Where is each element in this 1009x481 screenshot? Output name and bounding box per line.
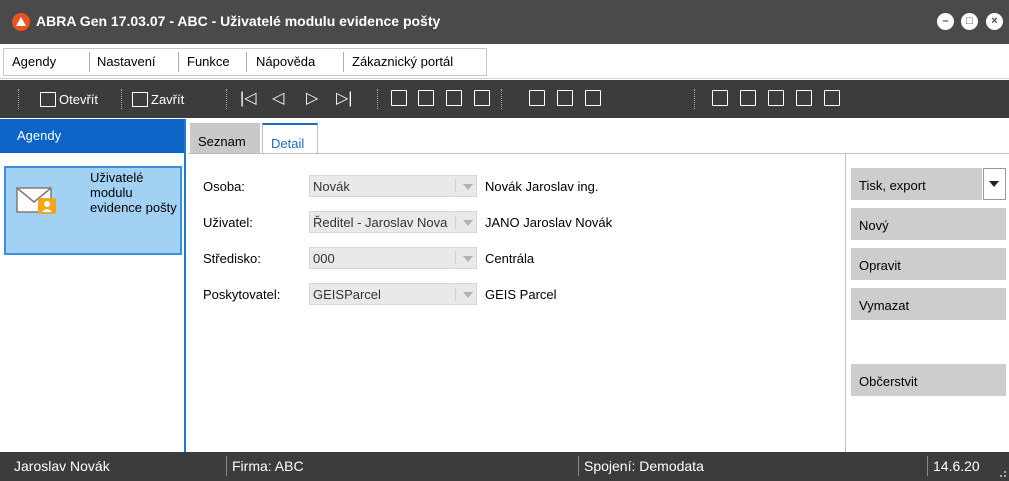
status-separator: [927, 456, 928, 476]
toolbar: Otevřít Zavřít |◁ ◁ ▷ ▷|: [0, 80, 1009, 118]
title-bar: ABRA Gen 17.03.07 - ABC - Uživatelé modu…: [0, 0, 1009, 44]
status-separator: [578, 456, 579, 476]
envelope-icon: [16, 187, 56, 214]
menu-zakaznicky-portal[interactable]: Zákaznický portál: [352, 54, 453, 69]
uzivatel-description: JANO Jaroslav Novák: [485, 215, 613, 230]
osoba-description: Novák Jaroslav ing.: [485, 179, 599, 194]
field-label-stredisko: Středisko:: [203, 251, 261, 266]
resize-grip-icon[interactable]: [995, 466, 1007, 478]
window-title: ABRA Gen 17.03.07 - ABC - Uživatelé modu…: [36, 13, 441, 29]
open-label: Otevřít: [59, 91, 99, 107]
field-label-osoba: Osoba:: [203, 179, 245, 194]
chevron-down-icon[interactable]: [463, 292, 473, 298]
field-label-poskytovatel: Poskytovatel:: [203, 287, 281, 302]
detail-form: Osoba: Novák Novák Jaroslav ing. Uživate…: [188, 153, 845, 452]
poskytovatel-description: GEIS Parcel: [485, 287, 557, 302]
delete-icon[interactable]: [557, 90, 573, 106]
menu-agendy[interactable]: Agendy: [12, 54, 56, 69]
menu-separator: [246, 52, 247, 72]
toolbar-separator: [18, 89, 19, 109]
help-icon[interactable]: [712, 90, 728, 106]
abra-logo-icon: [12, 13, 30, 31]
sidebar-header: Agendy: [0, 119, 184, 153]
toolbar-separator: [501, 89, 502, 109]
menu-funkce[interactable]: Funkce: [187, 54, 230, 69]
menu-separator: [178, 52, 179, 72]
osoba-combo[interactable]: Novák: [309, 175, 477, 197]
action-panel: Tisk, export Nový Opravit Vymazat Občers…: [845, 153, 1009, 452]
agenda-help-icon[interactable]: [768, 90, 784, 106]
menu-nastaveni[interactable]: Nastavení: [97, 54, 156, 69]
agenda-sidebar: Agendy Uživatelé modulu evidence pošty: [0, 119, 186, 452]
field-help-icon[interactable]: [796, 90, 812, 106]
previous-record-icon[interactable]: ◁: [272, 88, 284, 108]
refresh-button[interactable]: Občerstvit: [851, 364, 1006, 396]
context-help-icon[interactable]: [740, 90, 756, 106]
menu-separator: [343, 52, 344, 72]
status-user: Jaroslav Novák: [14, 458, 110, 474]
new-document-icon[interactable]: [474, 90, 490, 106]
uzivatel-combo[interactable]: Ředitel - Jaroslav Nova: [309, 211, 477, 233]
edit-button[interactable]: Opravit: [851, 248, 1006, 280]
close-agenda-button[interactable]: Zavřít: [132, 89, 184, 109]
last-record-icon[interactable]: ▷|: [336, 88, 352, 108]
toolbar-separator: [377, 89, 378, 109]
toolbar-separator: [694, 89, 695, 109]
tab-strip: Seznam Detail: [186, 119, 1009, 158]
paste-record-icon[interactable]: [418, 90, 434, 106]
delete-button[interactable]: Vymazat: [851, 288, 1006, 320]
poskytovatel-value: GEISParcel: [313, 287, 381, 302]
whats-this-icon[interactable]: [824, 90, 840, 106]
field-label-uzivatel: Uživatel:: [203, 215, 253, 230]
combo-separator: [455, 251, 456, 265]
close-agenda-icon: [132, 91, 148, 107]
status-connection: Spojení: Demodata: [584, 458, 704, 474]
new-button[interactable]: Nový: [851, 208, 1006, 240]
stredisko-description: Centrála: [485, 251, 535, 266]
close-icon[interactable]: ×: [986, 13, 1003, 30]
chevron-down-icon[interactable]: [463, 256, 473, 262]
osoba-value: Novák: [313, 179, 350, 194]
poskytovatel-combo[interactable]: GEISParcel: [309, 283, 477, 305]
chevron-down-icon[interactable]: [463, 184, 473, 190]
next-record-icon[interactable]: ▷: [306, 88, 318, 108]
first-record-icon[interactable]: |◁: [240, 88, 256, 108]
toolbar-separator: [121, 89, 122, 109]
open-button[interactable]: Otevřít: [40, 89, 98, 109]
close-agenda-label: Zavřít: [151, 91, 185, 107]
stredisko-value: 000: [313, 251, 335, 266]
maximize-icon[interactable]: □: [961, 13, 978, 30]
print-icon[interactable]: [446, 90, 462, 106]
preview-icon[interactable]: [585, 90, 601, 106]
status-separator: [226, 456, 227, 476]
sidebar-item-uzivatele-modulu[interactable]: Uživatelé modulu evidence pošty: [4, 166, 182, 255]
status-date: 14.6.20: [933, 458, 980, 474]
status-bar: Jaroslav Novák Firma: ABC Spojení: Demod…: [0, 452, 1009, 481]
copy-record-icon[interactable]: [391, 90, 407, 106]
menu-napoveda[interactable]: Nápověda: [256, 54, 315, 69]
menu-bar: Agendy Nastavení Funkce Nápověda Zákazni…: [0, 44, 1009, 79]
status-company: Firma: ABC: [232, 458, 304, 474]
edit-icon[interactable]: [529, 90, 545, 106]
toolbar-separator: [226, 89, 227, 109]
menu-separator: [89, 52, 90, 72]
combo-separator: [455, 287, 456, 301]
sidebar-item-label: Uživatelé modulu evidence pošty: [90, 170, 177, 215]
print-export-dropdown-icon[interactable]: [983, 168, 1006, 200]
print-export-button[interactable]: Tisk, export: [851, 168, 982, 200]
stredisko-combo[interactable]: 000: [309, 247, 477, 269]
combo-separator: [455, 215, 456, 229]
uzivatel-value: Ředitel - Jaroslav Nova: [313, 215, 448, 230]
minimize-icon[interactable]: –: [937, 13, 954, 30]
chevron-down-icon[interactable]: [463, 220, 473, 226]
combo-separator: [455, 179, 456, 193]
open-icon: [40, 91, 56, 107]
